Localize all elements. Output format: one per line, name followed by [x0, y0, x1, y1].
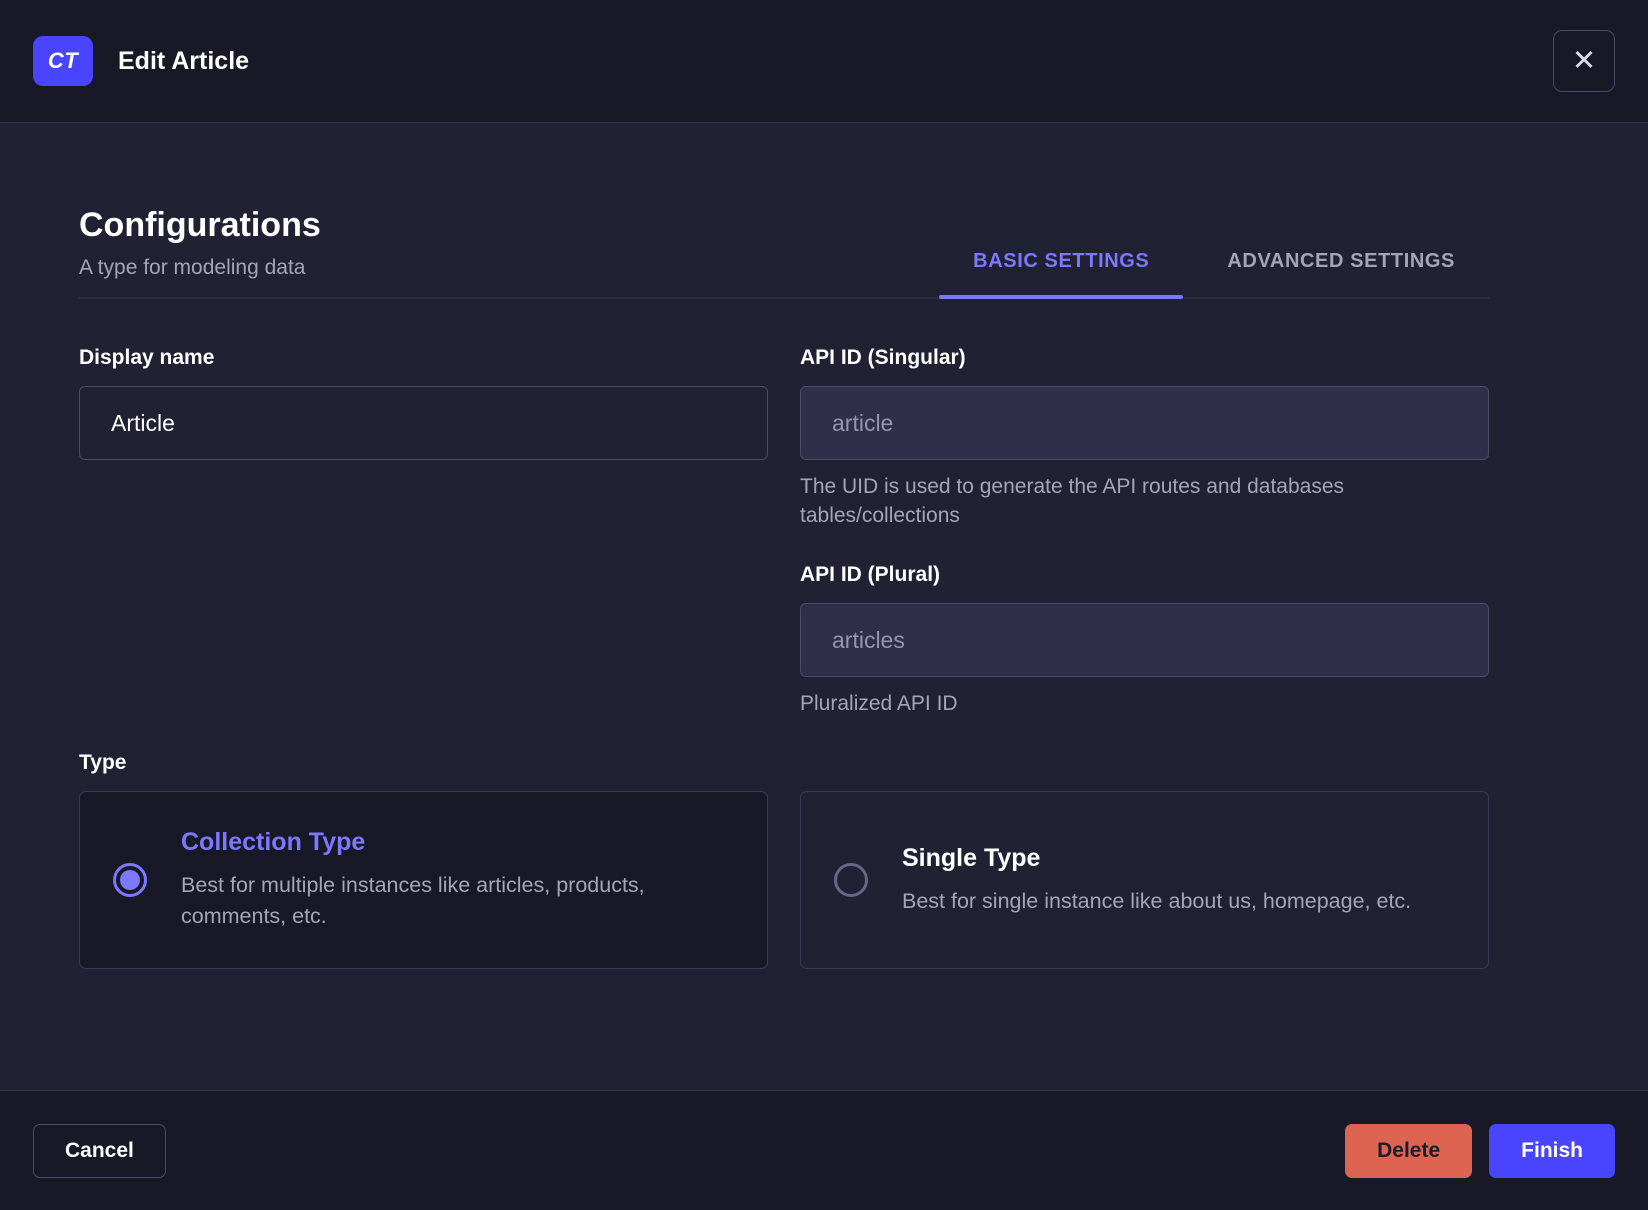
finish-button[interactable]: Finish [1489, 1123, 1615, 1178]
api-id-singular-hint: The UID is used to generate the API rout… [800, 475, 1345, 527]
single-type-title: Single Type [902, 843, 1041, 872]
page-subtitle: A type for modeling data [79, 256, 306, 279]
radio-dot-icon [120, 870, 140, 890]
content-type-badge-icon: CT [33, 36, 93, 86]
tab-basic-settings[interactable]: BASIC SETTINGS [939, 250, 1184, 299]
radio-dot-icon [841, 870, 861, 890]
collection-type-title: Collection Type [181, 828, 366, 856]
close-button[interactable]: ✕ [1553, 30, 1615, 92]
type-options: Collection Type Best for multiple instan… [79, 791, 1489, 969]
modal-header: CT Edit Article ✕ [0, 0, 1648, 123]
display-name-field: Display name [79, 343, 768, 530]
type-label: Type [79, 751, 127, 774]
single-type-text: Single Type Best for single instance lik… [902, 844, 1411, 917]
api-id-plural-label: API ID (Plural) [800, 563, 941, 586]
api-id-plural-field: API ID (Plural) Pluralized API ID [800, 560, 1489, 718]
section-heading-block: Configurations A type for modeling data [79, 203, 321, 297]
modal-footer: Cancel Delete Finish [0, 1090, 1648, 1210]
content-type-badge-label: CT [47, 48, 79, 73]
single-type-option[interactable]: Single Type Best for single instance lik… [800, 791, 1489, 969]
modal-title: Edit Article [118, 46, 250, 75]
api-id-plural-hint: Pluralized API ID [800, 692, 958, 715]
page-title: Configurations [79, 206, 321, 244]
cancel-button[interactable]: Cancel [33, 1123, 166, 1178]
settings-tabs: BASIC SETTINGS ADVANCED SETTINGS [939, 250, 1489, 299]
display-name-input[interactable] [79, 386, 768, 460]
collection-type-text: Collection Type Best for multiple instan… [181, 828, 737, 932]
type-section: Type Collection Type Best for multiple i… [79, 748, 1489, 969]
api-id-singular-label: API ID (Singular) [800, 346, 966, 369]
single-type-radio[interactable] [834, 863, 868, 897]
edit-article-modal: CT Edit Article ✕ Configurations A type … [0, 0, 1648, 1210]
api-id-singular-input[interactable] [800, 386, 1489, 460]
api-id-singular-field: API ID (Singular) The UID is used to gen… [800, 343, 1489, 530]
collection-type-option[interactable]: Collection Type Best for multiple instan… [79, 791, 768, 969]
display-name-label: Display name [79, 346, 215, 369]
delete-button[interactable]: Delete [1345, 1123, 1473, 1178]
section-header: Configurations A type for modeling data … [79, 203, 1489, 299]
modal-body: Configurations A type for modeling data … [0, 123, 1648, 1090]
configurations-form: Display name API ID (Singular) The UID i… [79, 343, 1489, 718]
collection-type-description: Best for multiple instances like article… [181, 873, 645, 928]
tab-advanced-settings[interactable]: ADVANCED SETTINGS [1193, 250, 1489, 297]
footer-actions: Delete Finish [1345, 1123, 1615, 1178]
single-type-description: Best for single instance like about us, … [902, 888, 1412, 913]
api-id-plural-input[interactable] [800, 603, 1489, 677]
collection-type-radio[interactable] [113, 863, 147, 897]
close-icon: ✕ [1571, 44, 1597, 77]
